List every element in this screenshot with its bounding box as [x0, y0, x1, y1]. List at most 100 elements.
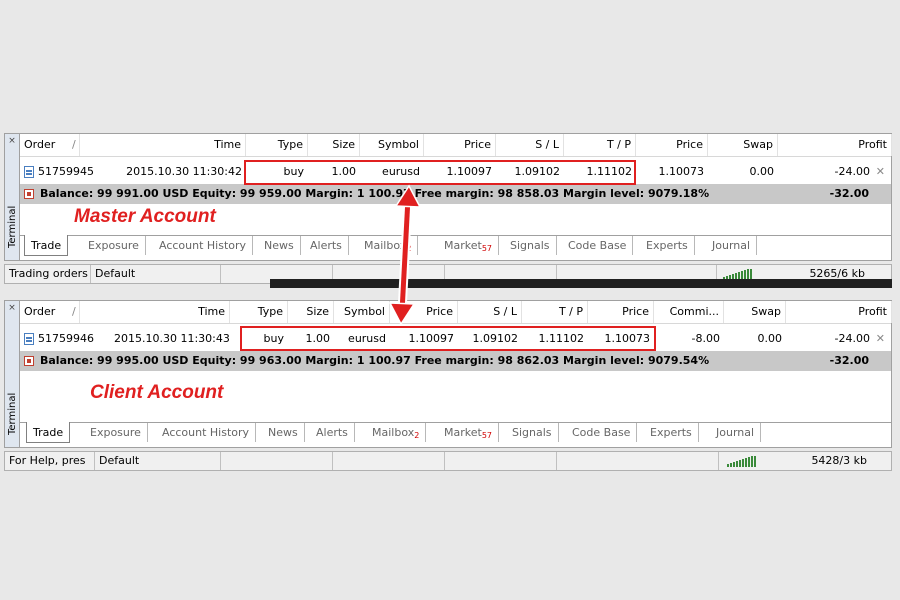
tab-journal[interactable]: Journal — [706, 236, 758, 255]
col-profit[interactable]: Profit — [778, 134, 892, 156]
tab-market-label: Market — [444, 239, 482, 252]
symbol-cell: eurusd — [348, 332, 386, 345]
tab-mailbox-label: Mailbox — [364, 239, 407, 252]
tab-signals[interactable]: Signals — [504, 236, 557, 255]
col-type[interactable]: Type — [246, 134, 308, 156]
order-icon — [24, 333, 34, 345]
market-badge: 57 — [481, 431, 492, 440]
col-time[interactable]: Time — [120, 134, 246, 156]
tab-exposure[interactable]: Exposure — [82, 236, 146, 255]
col-price[interactable]: Price — [390, 301, 458, 323]
master-account-annotation: Master Account — [74, 206, 216, 227]
tab-trade[interactable]: Trade — [26, 422, 71, 443]
tab-market-label: Market — [444, 426, 482, 439]
col-symbol[interactable]: Symbol — [360, 134, 424, 156]
sort-indicator: / — [72, 305, 76, 318]
col-commission[interactable]: Commi... — [654, 301, 724, 323]
balance-profit: -32.00 — [829, 187, 869, 200]
col-current-price[interactable]: Price — [636, 134, 708, 156]
tab-news[interactable]: News — [258, 236, 301, 255]
terminal-side-tab[interactable]: × Terminal — [5, 301, 20, 447]
table-row[interactable]: 51759946 2015.10.30 11:30:43 buy 1.00 eu… — [20, 328, 891, 350]
connection-bars-icon[interactable] — [727, 456, 756, 467]
tab-account-history[interactable]: Account History — [156, 423, 257, 442]
client-status-bar: For Help, pres Default 5428/3 kb — [4, 451, 892, 471]
status-profile: Default — [91, 265, 221, 283]
type-cell: buy — [263, 332, 284, 345]
terminal-side-label: Terminal — [7, 205, 18, 248]
terminal-side-label: Terminal — [7, 392, 18, 435]
col-current-price[interactable]: Price — [588, 301, 654, 323]
price-cell: 1.10097 — [446, 165, 493, 178]
master-terminal-panel: × Terminal Order / Time Type Size Symbol… — [4, 133, 892, 261]
col-size[interactable]: Size — [288, 301, 334, 323]
order-cell: 51759945 — [20, 161, 120, 183]
table-row[interactable]: 51759945 2015.10.30 11:30:42 buy 1.00 eu… — [20, 161, 891, 183]
order-icon — [24, 166, 34, 178]
sl-cell: 1.09102 — [514, 165, 561, 178]
col-sl[interactable]: S / L — [458, 301, 522, 323]
symbol-cell: eurusd — [382, 165, 420, 178]
price-cell: 1.10097 — [408, 332, 455, 345]
tab-mailbox[interactable]: Mailbox2 — [358, 236, 419, 255]
current-price-cell: 1.10073 — [604, 332, 651, 345]
col-swap[interactable]: Swap — [708, 134, 778, 156]
col-sl[interactable]: S / L — [496, 134, 564, 156]
time-cell: 2015.10.30 11:30:43 — [114, 332, 230, 345]
sl-cell: 1.09102 — [472, 332, 519, 345]
tp-cell: 1.11102 — [586, 165, 633, 178]
balance-row: Balance: 99 995.00 USD Equity: 99 963.00… — [20, 351, 891, 371]
terminal-tab-bar: Trade Exposure Account History News Aler… — [20, 235, 891, 256]
tab-alerts[interactable]: Alerts — [304, 236, 349, 255]
profit-cell: -24.00 — [834, 332, 870, 345]
col-symbol[interactable]: Symbol — [334, 301, 390, 323]
col-profit[interactable]: Profit — [786, 301, 892, 323]
commission-cell: -8.00 — [691, 332, 720, 345]
profit-cell: -24.00 — [834, 165, 870, 178]
terminal-side-tab[interactable]: × Terminal — [5, 134, 20, 260]
tab-code-base[interactable]: Code Base — [562, 236, 634, 255]
balance-summary: Balance: 99 991.00 USD Equity: 99 959.00… — [40, 187, 710, 200]
close-order-icon[interactable]: ✕ — [876, 332, 885, 345]
size-cell: 1.00 — [305, 332, 331, 345]
col-tp[interactable]: T / P — [522, 301, 588, 323]
col-size[interactable]: Size — [308, 134, 360, 156]
tab-news[interactable]: News — [262, 423, 305, 442]
order-number: 51759946 — [38, 332, 94, 345]
tab-journal[interactable]: Journal — [710, 423, 762, 442]
swap-cell: 0.00 — [757, 332, 783, 345]
tab-account-history[interactable]: Account History — [153, 236, 254, 255]
col-tp[interactable]: T / P — [564, 134, 636, 156]
balance-icon — [24, 356, 34, 366]
tab-mailbox[interactable]: Mailbox2 — [366, 423, 427, 442]
balance-summary: Balance: 99 995.00 USD Equity: 99 963.00… — [40, 354, 710, 367]
col-price[interactable]: Price — [424, 134, 496, 156]
status-empty-3 — [445, 452, 557, 470]
close-order-icon[interactable]: ✕ — [876, 165, 885, 178]
col-time[interactable]: Time — [110, 301, 230, 323]
close-icon[interactable]: × — [7, 303, 17, 313]
column-header-row: Order / Time Type Size Symbol Price S / … — [20, 134, 892, 157]
order-number: 51759945 — [38, 165, 94, 178]
status-text: For Help, pres — [5, 452, 95, 470]
tab-signals[interactable]: Signals — [506, 423, 559, 442]
column-header-row: Order / Time Type Size Symbol Price S / … — [20, 301, 892, 324]
close-icon[interactable]: × — [7, 136, 17, 146]
status-text: Trading orders — [5, 265, 91, 283]
tab-code-base[interactable]: Code Base — [566, 423, 638, 442]
col-type[interactable]: Type — [230, 301, 288, 323]
tab-experts[interactable]: Experts — [640, 236, 695, 255]
tab-mailbox-label: Mailbox — [372, 426, 415, 439]
balance-row: Balance: 99 991.00 USD Equity: 99 959.00… — [20, 184, 891, 204]
size-cell: 1.00 — [331, 165, 357, 178]
balance-icon — [24, 189, 34, 199]
tab-alerts[interactable]: Alerts — [310, 423, 355, 442]
mailbox-badge: 2 — [406, 244, 412, 253]
tab-experts[interactable]: Experts — [644, 423, 699, 442]
tab-market[interactable]: Market57 — [438, 236, 499, 255]
col-swap[interactable]: Swap — [724, 301, 786, 323]
tab-exposure[interactable]: Exposure — [84, 423, 148, 442]
tab-market[interactable]: Market57 — [438, 423, 499, 442]
tab-trade[interactable]: Trade — [24, 235, 69, 256]
current-price-cell: 1.10073 — [658, 165, 705, 178]
